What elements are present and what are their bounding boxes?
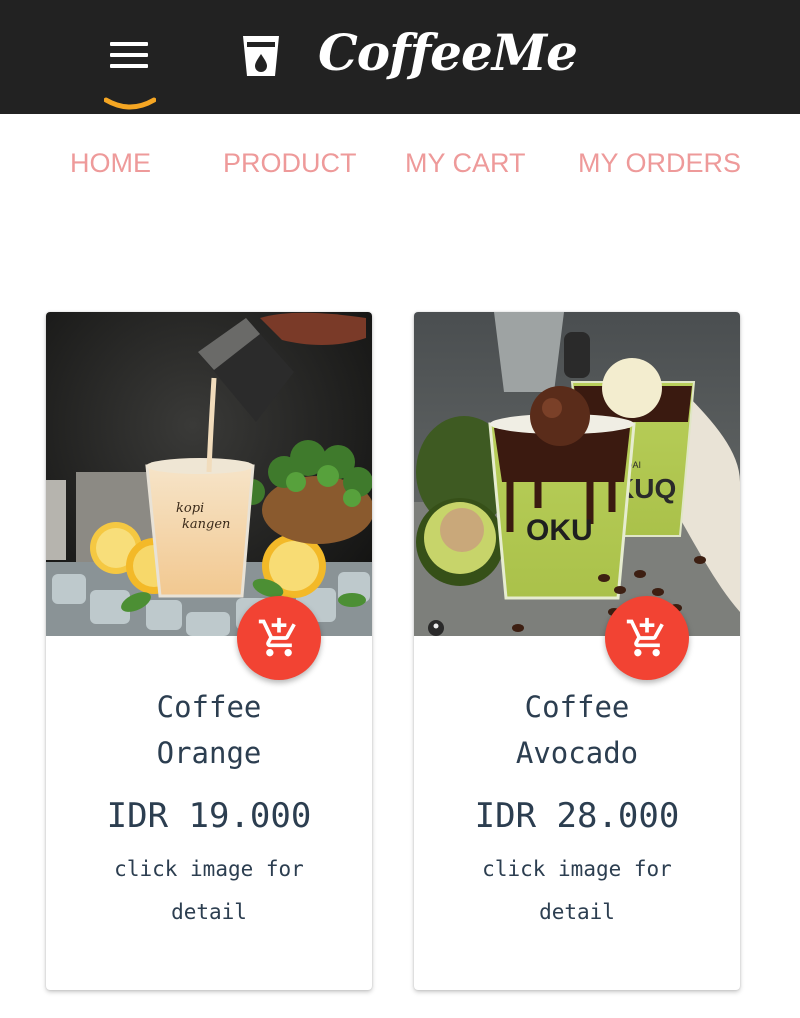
add-to-cart-button[interactable]	[237, 596, 321, 680]
svg-text:kopi: kopi	[176, 501, 204, 516]
nav-my-cart-link[interactable]: MY CART	[405, 140, 526, 186]
hamburger-menu-icon[interactable]	[104, 36, 152, 80]
nav-home-link[interactable]: HOME	[70, 140, 151, 186]
add-to-cart-icon	[626, 617, 664, 657]
product-price: IDR 28.000	[474, 796, 680, 836]
product-name: Coffee Orange	[156, 690, 262, 770]
nav-product-link[interactable]: PRODUCT	[223, 140, 357, 186]
product-price: IDR 19.000	[106, 796, 312, 836]
app-header: CoffeeMe	[0, 0, 800, 114]
svg-text:OKU: OKU	[526, 514, 593, 547]
nav-my-orders-link[interactable]: MY ORDERS	[578, 140, 741, 186]
add-to-cart-icon	[258, 617, 296, 657]
product-hint: click image for detail	[482, 857, 672, 924]
product-image[interactable]: KEDAI KUQ OKU	[414, 312, 740, 636]
coffee-cup-icon	[243, 36, 279, 76]
product-card: KEDAI KUQ OKU Coffee Avocado IDR	[414, 312, 740, 990]
product-image[interactable]: kopi kangen	[46, 312, 372, 636]
svg-text:kangen: kangen	[182, 517, 230, 532]
product-name: Coffee Avocado	[515, 690, 639, 770]
product-hint: click image for detail	[114, 857, 304, 924]
main-nav: HOME PRODUCT MY CART MY ORDERS	[0, 140, 800, 186]
brand-title[interactable]: CoffeeMe	[318, 18, 578, 88]
product-card: kopi kangen Coffee Orange IDR 19.000 cli…	[46, 312, 372, 990]
add-to-cart-button[interactable]	[605, 596, 689, 680]
menu-accent-icon	[104, 97, 156, 110]
